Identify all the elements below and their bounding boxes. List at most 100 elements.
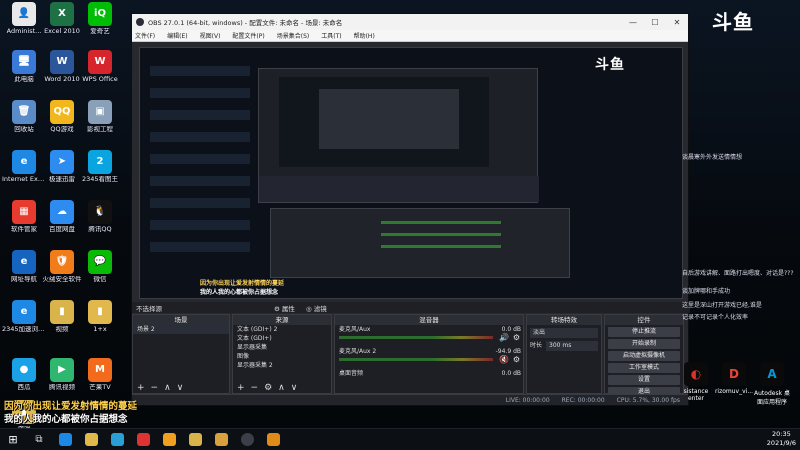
taskbar-edge[interactable] — [104, 429, 130, 450]
files-taskbar-icon — [188, 433, 202, 446]
mixer-track: 麦克风/Aux 2 -94.9 dB 🔇 ⚙ — [335, 347, 523, 369]
add-scene-icon[interactable]: + — [137, 383, 145, 393]
menu-help[interactable]: 帮助(H) — [354, 31, 375, 40]
subtitle-line-1: 因为你出现让爱发射情情的蔓延 — [4, 401, 138, 412]
scene-item[interactable]: 场景 2 — [133, 325, 229, 334]
source-item[interactable]: 显示器采集 2 — [233, 361, 331, 370]
right-app[interactable]: D rizomuv_vi... — [714, 362, 754, 395]
preview-nested-docks — [259, 176, 539, 202]
excel-icon: X — [50, 2, 74, 26]
virtual-camera-button[interactable]: 启动虚拟摄像机 — [608, 351, 680, 361]
remove-source-icon[interactable]: − — [251, 383, 259, 393]
remove-scene-icon[interactable]: − — [151, 383, 159, 393]
source-settings-icon[interactable]: ⚙ — [264, 383, 272, 393]
taskbar-ie[interactable] — [52, 429, 78, 450]
volume-icon[interactable]: 🔊 — [499, 333, 509, 342]
taskbar-netease[interactable] — [130, 429, 156, 450]
source-item[interactable]: 文本 (GDI+) 2 — [233, 325, 331, 334]
preview-meter-1 — [381, 221, 501, 224]
desktop-icon-label: 2345看图王 — [81, 176, 119, 183]
menu-scene-collection[interactable]: 场景集合(S) — [277, 31, 310, 40]
transitions-dock-title: 转场特效 — [527, 315, 601, 325]
gear-icon[interactable]: ⚙ — [513, 355, 520, 364]
obs-title-bar[interactable]: OBS 27.0.1 (64-bit, windows) - 配置文件: 未命名… — [132, 14, 688, 30]
menu-edit[interactable]: 编辑(E) — [167, 31, 187, 40]
taskbar-explorer[interactable] — [78, 429, 104, 450]
doc-taskbar-icon — [214, 433, 228, 446]
source-item[interactable]: 图像 — [233, 352, 331, 361]
source-item[interactable]: 文本 (GDI+) — [233, 334, 331, 343]
tencent-video-icon: ▶ — [50, 358, 74, 382]
taskbar-files[interactable] — [182, 429, 208, 450]
source-down-icon[interactable]: ∨ — [291, 383, 298, 393]
taskbar-app[interactable] — [156, 429, 182, 450]
iqiyi-shortcut[interactable]: iQ 爱奇艺 — [78, 2, 122, 35]
taskbar-doc[interactable] — [208, 429, 234, 450]
maximize-icon[interactable]: ☐ — [644, 18, 666, 27]
controls-dock-title: 控件 — [605, 315, 683, 325]
netease-taskbar-icon — [136, 433, 150, 446]
obs-app-icon — [136, 18, 144, 26]
preview-meter-3 — [381, 245, 501, 248]
folder-1x-shortcut[interactable]: ▮ 1+x — [78, 300, 122, 333]
help-taskbar-icon — [266, 433, 280, 446]
source-up-icon[interactable]: ∧ — [278, 383, 285, 393]
menu-view[interactable]: 视图(V) — [200, 31, 221, 40]
duration-input[interactable]: 300 ms — [546, 341, 598, 351]
clock[interactable]: 20:35 2021/9/6 — [767, 430, 796, 448]
filters-button[interactable]: ◎ 滤镜 — [306, 303, 327, 313]
firewall-icon: 🛡 — [50, 250, 74, 274]
muted-volume-icon[interactable]: 🔇 — [499, 355, 509, 364]
sources-dock: 来源 文本 (GDI+) 2 文本 (GDI+) 显示器采集 图像 显示器采集 … — [232, 314, 332, 394]
task-view-icon: ⧉ — [35, 434, 43, 445]
right-app[interactable]: A Autodesk 桌面应用程序 — [752, 362, 792, 406]
task-view-button[interactable]: ⧉ — [26, 429, 52, 450]
wechat-shortcut[interactable]: 💬 微信 — [78, 250, 122, 283]
internet-explorer-icon: e — [12, 150, 36, 174]
taskbar-help[interactable] — [260, 429, 286, 450]
add-source-icon[interactable]: + — [237, 383, 245, 393]
side-text: 记录不可记录个人化效率 — [682, 314, 749, 321]
taskbar-obs[interactable] — [234, 429, 260, 450]
scene-down-icon[interactable]: ∨ — [177, 383, 184, 393]
tencent-qq-shortcut[interactable]: 🐧 腾讯QQ — [78, 200, 122, 233]
scene-up-icon[interactable]: ∧ — [164, 383, 171, 393]
xigua-icon: ● — [12, 358, 36, 382]
transition-select[interactable]: 淡出 — [530, 328, 598, 338]
settings-button[interactable]: 设置 — [608, 375, 680, 385]
app-taskbar-icon — [162, 433, 176, 446]
obs-taskbar-icon — [240, 433, 254, 446]
preview-nested-docks-large — [270, 208, 570, 278]
mango-tv-shortcut[interactable]: M 芒果TV — [78, 358, 122, 391]
close-icon[interactable]: ✕ — [666, 18, 688, 27]
start-recording-button[interactable]: 开始录制 — [608, 339, 680, 349]
mixer-track: 桌面音频 0.0 dB — [335, 369, 523, 391]
mixer-meter — [339, 358, 493, 361]
minimize-icon[interactable]: — — [622, 18, 644, 27]
gear-icon[interactable]: ⚙ — [513, 333, 520, 342]
menu-tools[interactable]: 工具(T) — [321, 31, 341, 40]
qq-game-icon: QQ — [50, 100, 74, 124]
transition-select-value: 淡出 — [533, 329, 546, 336]
studio-mode-button[interactable]: 工作室模式 — [608, 363, 680, 373]
desktop-icon-label: 腾讯QQ — [88, 226, 112, 233]
obs-preview[interactable]: 斗鱼 因为你出现让爱发射情情的蔓延 我的人我的心都被你占据想念 — [139, 47, 683, 299]
obs-window[interactable]: OBS 27.0.1 (64-bit, windows) - 配置文件: 未命名… — [131, 13, 690, 406]
properties-button[interactable]: ⚙ 属性 — [274, 303, 295, 313]
start-button[interactable]: ⊞ — [0, 429, 26, 450]
right-app[interactable]: ◐ sistance enter — [676, 362, 716, 402]
browser-2345-shortcut[interactable]: 2 2345看图王 — [78, 150, 122, 183]
source-toolbar: 不选择源 ⚙ 属性 ◎ 滤镜 — [132, 302, 690, 313]
menu-file[interactable]: 文件(F) — [135, 31, 155, 40]
menu-profile[interactable]: 配置文件(P) — [232, 31, 264, 40]
stop-streaming-button[interactable]: 停止推流 — [608, 327, 680, 337]
wps-shortcut[interactable]: W WPS Office — [78, 50, 122, 83]
film-project-shortcut[interactable]: ▣ 影视工程 — [78, 100, 122, 133]
filters-label: 滤镜 — [313, 305, 327, 313]
source-item[interactable]: 显示器采集 — [233, 343, 331, 352]
preview-douyu-logo: 斗鱼 — [595, 57, 625, 73]
clock-date: 2021/9/6 — [766, 439, 796, 447]
ie-3-icon: e — [12, 300, 36, 324]
desktop-icon-label: WPS Office — [82, 76, 118, 83]
mixer-track-name: 桌面音频 — [339, 370, 364, 377]
